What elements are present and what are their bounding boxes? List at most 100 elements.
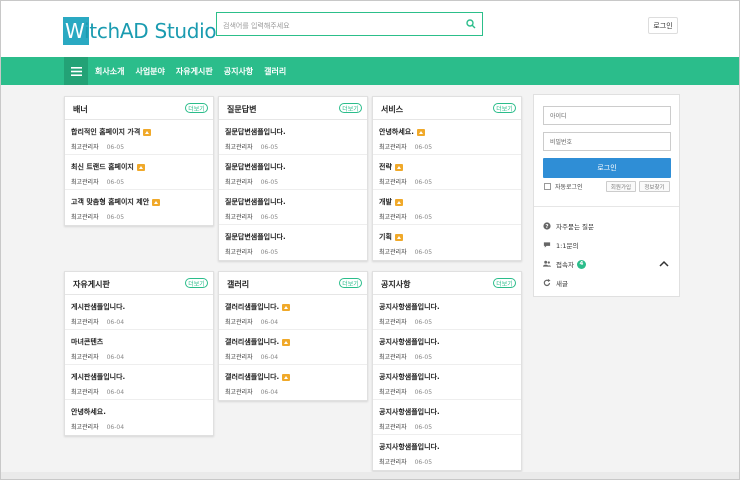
image-icon — [143, 128, 152, 136]
join-button[interactable]: 회원가입 — [606, 181, 636, 192]
post-title[interactable]: 공지사항샘플입니다. — [379, 407, 440, 417]
list-item[interactable]: 마녀콘텐츠 최고관리자 06-04 — [65, 330, 213, 365]
post-title[interactable]: 게시판샘플입니다. — [71, 372, 125, 382]
list-item[interactable]: 안녕하세요. 최고관리자 06-04 — [65, 400, 213, 435]
list-item[interactable]: 개발 최고관리자 06-05 — [373, 190, 521, 225]
card-title[interactable]: 갤러리 — [227, 279, 249, 290]
card-title[interactable]: 공지사항 — [381, 279, 410, 290]
list-item[interactable]: 질문답변샘플입니다. 최고관리자 06-05 — [219, 155, 367, 190]
list-item[interactable]: 질문답변샘플입니다. 최고관리자 06-05 — [219, 190, 367, 225]
list-item[interactable]: 기획 최고관리자 06-05 — [373, 225, 521, 260]
post-date: 06-05 — [414, 389, 433, 396]
post-title[interactable]: 질문답변샘플입니다. — [225, 162, 286, 172]
post-date: 06-05 — [260, 249, 279, 256]
post-title-text: 공지사항샘플입니다. — [379, 303, 440, 311]
header-login-button[interactable]: 로그인 — [648, 17, 678, 34]
post-author: 최고관리자 — [225, 144, 253, 151]
post-title[interactable]: 게시판샘플입니다. — [71, 302, 125, 312]
more-button[interactable]: 더보기 — [339, 103, 362, 113]
site-logo[interactable]: WitchAD Studio — [63, 17, 217, 45]
list-item[interactable]: 게시판샘플입니다. 최고관리자 06-04 — [65, 365, 213, 400]
list-item[interactable]: 공지사항샘플입니다. 최고관리자 06-05 — [373, 330, 521, 365]
post-title[interactable]: 공지사항샘플입니다. — [379, 372, 440, 382]
faq-link[interactable]: ? 자주묻는 질문 — [543, 221, 594, 231]
nav-item-business[interactable]: 사업분야 — [135, 66, 164, 77]
post-title-text: 기획 — [379, 233, 392, 241]
password-field[interactable]: 비밀번호 — [543, 132, 671, 151]
post-title-text: 질문답변샘플입니다. — [225, 198, 286, 206]
card-notice: 공지사항 더보기 공지사항샘플입니다. 최고관리자 06-05 공지사항샘플입니다. 최고관… — [372, 271, 522, 471]
list-item[interactable]: 질문답변샘플입니다. 최고관리자 06-05 — [219, 225, 367, 260]
card-title[interactable]: 질문답변 — [227, 104, 256, 115]
post-title[interactable]: 개발 — [379, 197, 403, 207]
post-title[interactable]: 전략 — [379, 162, 403, 172]
list-item[interactable]: 갤러리샘플입니다. 최고관리자 06-04 — [219, 365, 367, 400]
one-to-one-link[interactable]: 1:1문의 — [543, 240, 578, 250]
card-title[interactable]: 자유게시판 — [73, 279, 110, 290]
auto-login[interactable]: 자동로그인 — [544, 182, 583, 191]
list-item[interactable]: 고객 맞춤형 홈페이지 제안 최고관리자 06-05 — [65, 190, 213, 225]
post-title[interactable]: 질문답변샘플입니다. — [225, 197, 286, 207]
post-title[interactable]: 합리적인 홈페이지 가격 — [71, 127, 152, 137]
post-title[interactable]: 질문답변샘플입니다. — [225, 232, 286, 242]
list-item[interactable]: 질문답변샘플입니다. 최고관리자 06-05 — [219, 120, 367, 155]
list-item[interactable]: 공지사항샘플입니다. 최고관리자 06-05 — [373, 400, 521, 435]
list-item[interactable]: 갤러리샘플입니다. 최고관리자 06-04 — [219, 330, 367, 365]
post-title[interactable]: 공지사항샘플입니다. — [379, 337, 440, 347]
auto-login-checkbox[interactable] — [544, 183, 551, 190]
post-title[interactable]: 고객 맞춤형 홈페이지 제안 — [71, 197, 161, 207]
id-field[interactable]: 아이디 — [543, 106, 671, 125]
post-date: 06-05 — [106, 144, 125, 151]
list-item[interactable]: 전략 최고관리자 06-05 — [373, 155, 521, 190]
post-meta: 최고관리자 06-05 — [225, 177, 278, 186]
card-service: 서비스 더보기 안녕하세요. 최고관리자 06-05 전략 최고관리자 06-05 개발 최고관리… — [372, 96, 522, 261]
post-title[interactable]: 질문답변샘플입니다. — [225, 127, 286, 137]
nav-item-free-board[interactable]: 자유게시판 — [176, 66, 213, 77]
chat-icon — [543, 241, 551, 249]
menu-icon[interactable] — [64, 57, 88, 85]
visitors-link[interactable]: 접속자 4 — [543, 259, 586, 269]
post-title[interactable]: 마녀콘텐츠 — [71, 337, 103, 347]
post-title[interactable]: 안녕하세요. — [71, 407, 106, 417]
more-button[interactable]: 더보기 — [339, 278, 362, 288]
list-item[interactable]: 공지사항샘플입니다. 최고관리자 06-05 — [373, 295, 521, 330]
list-item[interactable]: 합리적인 홈페이지 가격 최고관리자 06-05 — [65, 120, 213, 155]
list-item[interactable]: 게시판샘플입니다. 최고관리자 06-04 — [65, 295, 213, 330]
card-header: 질문답변 더보기 — [219, 97, 367, 120]
search-icon[interactable] — [466, 19, 476, 29]
logo-rest: itchAD Studio — [84, 19, 217, 43]
post-author: 최고관리자 — [379, 459, 407, 466]
post-title[interactable]: 안녕하세요. — [379, 127, 425, 137]
post-meta: 최고관리자 06-05 — [379, 142, 432, 151]
post-title[interactable]: 최신 트랜드 홈페이지 — [71, 162, 145, 172]
nav-item-gallery[interactable]: 갤러리 — [264, 66, 286, 77]
post-title[interactable]: 갤러리샘플입니다. — [225, 372, 291, 382]
post-title[interactable]: 기획 — [379, 232, 403, 242]
post-title[interactable]: 갤러리샘플입니다. — [225, 337, 291, 347]
list-item[interactable]: 공지사항샘플입니다. 최고관리자 06-05 — [373, 365, 521, 400]
list-item[interactable]: 안녕하세요. 최고관리자 06-05 — [373, 120, 521, 155]
card-title[interactable]: 배너 — [73, 104, 88, 115]
list-item[interactable]: 최신 트랜드 홈페이지최고관리자 06-05 — [65, 155, 213, 190]
post-title[interactable]: 갤러리샘플입니다. — [225, 302, 291, 312]
post-title[interactable]: 공지사항샘플입니다. — [379, 442, 440, 452]
post-title[interactable]: 공지사항샘플입니다. — [379, 302, 440, 312]
list-item[interactable]: 공지사항샘플입니다. 최고관리자 06-05 — [373, 435, 521, 470]
post-title-text: 전략 — [379, 163, 392, 171]
find-info-button[interactable]: 정보찾기 — [639, 181, 670, 192]
search-input[interactable] — [217, 15, 457, 37]
more-button[interactable]: 더보기 — [493, 103, 516, 113]
logo-first-letter: W — [65, 19, 85, 43]
more-button[interactable]: 더보기 — [185, 103, 208, 113]
nav-item-notice[interactable]: 공지사항 — [224, 66, 253, 77]
new-posts-link[interactable]: 새글 — [543, 278, 568, 288]
more-button[interactable]: 더보기 — [493, 278, 516, 288]
post-meta: 최고관리자 06-05 — [71, 177, 124, 186]
search-box — [216, 12, 483, 37]
more-button[interactable]: 더보기 — [185, 278, 208, 288]
card-title[interactable]: 서비스 — [381, 104, 403, 115]
nav-item-about[interactable]: 회사소개 — [95, 66, 124, 77]
login-button[interactable]: 로그인 — [543, 158, 671, 178]
list-item[interactable]: 갤러리샘플입니다. 최고관리자 06-04 — [219, 295, 367, 330]
chevron-up-icon[interactable] — [659, 260, 669, 268]
